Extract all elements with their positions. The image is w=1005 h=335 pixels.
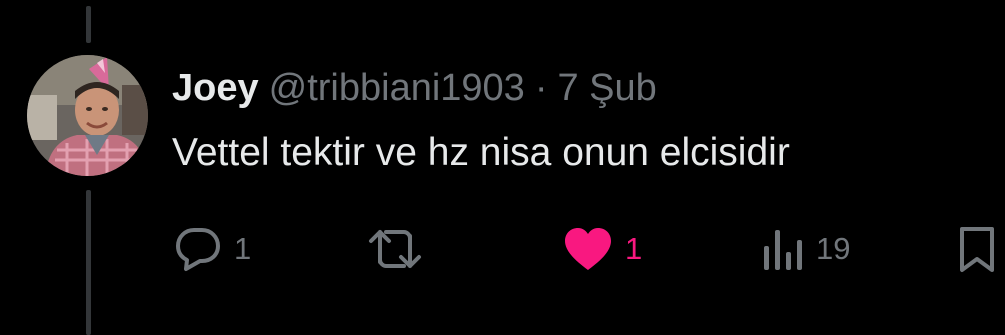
avatar-image — [27, 55, 148, 176]
views-button[interactable]: 19 — [762, 223, 850, 275]
reply-button[interactable]: 1 — [174, 223, 251, 275]
bookmark-button[interactable] — [957, 223, 997, 275]
separator-dot: · — [534, 67, 548, 109]
heart-filled-icon — [565, 228, 611, 270]
user-handle[interactable]: @tribbiani1903 — [269, 64, 525, 112]
retweet-button[interactable] — [368, 223, 434, 275]
retweet-icon — [369, 230, 421, 268]
avatar[interactable] — [27, 55, 148, 176]
tweet-header: Joey @tribbiani1903 · 7 Şub — [172, 64, 657, 112]
thread-connector-bottom — [86, 190, 91, 335]
like-count: 1 — [625, 231, 643, 266]
views-chart-icon — [764, 230, 802, 270]
tweet-date[interactable]: 7 Şub — [557, 64, 656, 112]
thread-connector-top — [86, 6, 91, 43]
display-name[interactable]: Joey — [172, 64, 259, 112]
like-button[interactable]: 1 — [563, 223, 642, 275]
reply-icon — [176, 228, 220, 271]
views-count: 19 — [816, 231, 851, 266]
reply-count: 1 — [234, 231, 252, 266]
bookmark-icon — [960, 227, 994, 272]
tweet-text: Vettel tektir ve hz nisa onun elcisidir — [172, 131, 790, 174]
